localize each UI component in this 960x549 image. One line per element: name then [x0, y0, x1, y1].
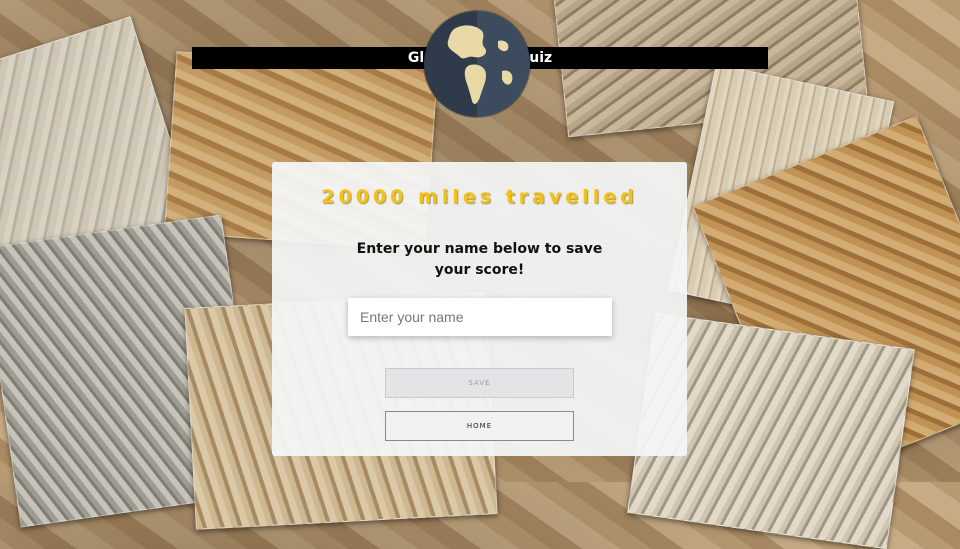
save-button[interactable]: SAVE — [385, 368, 574, 398]
home-button[interactable]: HOME — [385, 411, 574, 441]
name-input[interactable] — [348, 298, 612, 336]
score-text: 20000 miles travelled — [321, 186, 638, 208]
save-prompt: Enter your name below to save your score… — [356, 241, 603, 278]
result-card: 20000 miles travelled Enter your name be… — [272, 162, 687, 456]
globe-icon — [424, 11, 530, 117]
